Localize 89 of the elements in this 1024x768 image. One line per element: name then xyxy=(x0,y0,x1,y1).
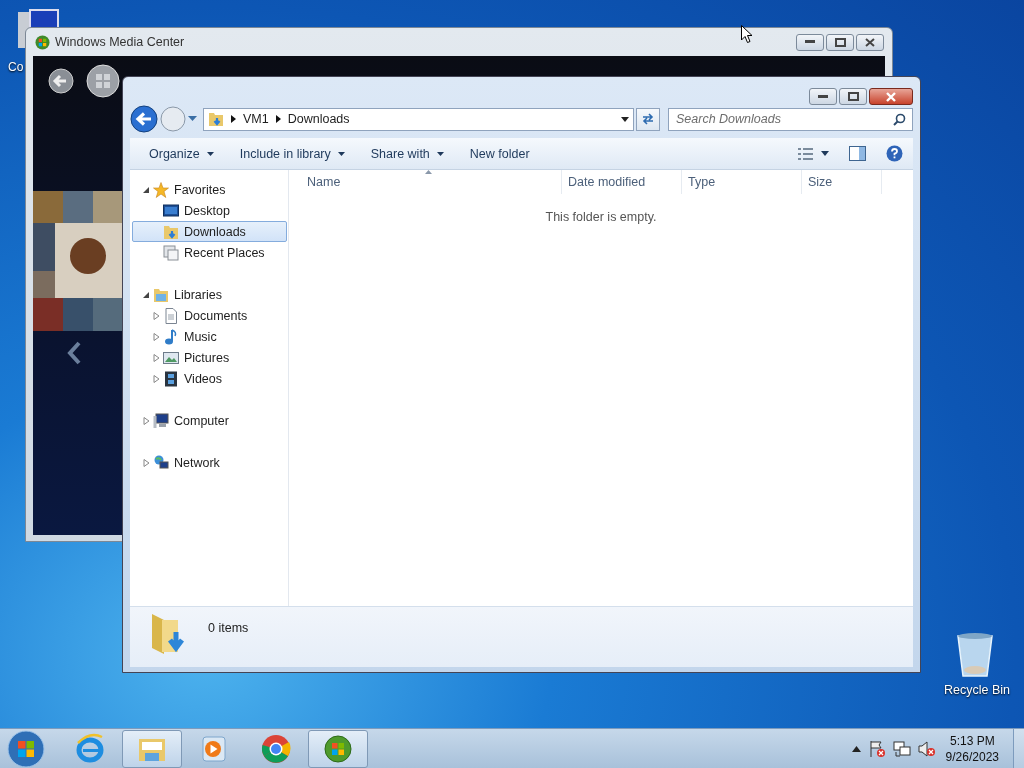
preview-pane-icon[interactable] xyxy=(849,146,866,161)
browser-icon xyxy=(74,732,106,765)
breadcrumb-item[interactable]: VM1 xyxy=(243,112,269,126)
expand-arrow-icon[interactable] xyxy=(143,458,150,467)
nav-item[interactable]: Documents xyxy=(132,305,287,326)
nav-item[interactable]: Downloads xyxy=(132,221,287,242)
breadcrumb-arrow-icon[interactable] xyxy=(275,115,281,123)
network-icon xyxy=(153,454,169,471)
clock[interactable]: 5:13 PM 9/26/2023 xyxy=(945,732,999,765)
help-icon[interactable] xyxy=(886,145,903,162)
close-button[interactable] xyxy=(869,88,913,105)
command-button[interactable]: Share with xyxy=(359,142,447,165)
close-icon xyxy=(865,37,875,47)
close-button[interactable] xyxy=(856,33,884,51)
maximize-button[interactable] xyxy=(826,33,854,51)
column-header[interactable]: Size xyxy=(802,170,882,194)
back-button[interactable] xyxy=(130,105,158,133)
search-icon xyxy=(893,112,906,126)
expand-arrow-icon[interactable] xyxy=(153,332,160,341)
monitor-icon xyxy=(163,202,179,219)
start-button[interactable] xyxy=(7,729,45,768)
mouse-cursor-icon xyxy=(741,25,753,44)
start-orb-icon[interactable] xyxy=(86,64,120,98)
library-folder-icon xyxy=(153,286,169,303)
command-button[interactable]: Include in library xyxy=(228,142,348,165)
command-button[interactable]: New folder xyxy=(458,142,533,165)
nav-item[interactable]: Videos xyxy=(132,368,287,389)
column-header[interactable]: Name xyxy=(289,170,562,194)
orb-icon xyxy=(35,34,50,50)
expand-arrow-icon[interactable] xyxy=(143,416,150,425)
desktop-icon-label[interactable]: Co xyxy=(8,60,24,74)
recycle-bin-icon[interactable] xyxy=(955,632,995,678)
column-header[interactable]: Type xyxy=(682,170,802,194)
nav-item[interactable]: Recent Places xyxy=(132,242,287,263)
show-hidden-icons-button[interactable] xyxy=(851,745,861,752)
expand-arrow-icon[interactable] xyxy=(153,353,160,362)
nav-item[interactable]: Pictures xyxy=(132,347,287,368)
music-note-icon xyxy=(163,328,179,345)
collapse-arrow-icon[interactable] xyxy=(143,290,150,299)
minimize-button[interactable] xyxy=(809,88,837,105)
taskbar-button[interactable] xyxy=(122,729,182,768)
nav-item[interactable]: Libraries xyxy=(132,284,287,305)
nav-item[interactable]: Desktop xyxy=(132,200,287,221)
maximize-icon xyxy=(847,92,859,101)
film-strip-icon xyxy=(163,370,179,387)
window-title: Windows Media Center xyxy=(55,35,185,49)
picture-icon xyxy=(163,349,179,366)
chevron-left-icon[interactable] xyxy=(67,341,81,365)
recycle-bin-label[interactable]: Recycle Bin xyxy=(944,683,1010,697)
command-button[interactable]: Organize xyxy=(138,142,217,165)
clock-date: 9/26/2023 xyxy=(945,748,999,765)
empty-message: This folder is empty. xyxy=(544,210,658,224)
speaker-muted-icon[interactable] xyxy=(917,739,936,758)
download-folder-icon xyxy=(208,111,224,127)
caret-icon[interactable] xyxy=(821,151,829,156)
minimize-icon xyxy=(805,40,815,44)
maximize-button[interactable] xyxy=(839,88,867,105)
item-count: 0 items xyxy=(208,621,249,635)
address-bar[interactable]: VM1 Downloads xyxy=(203,107,634,131)
close-icon xyxy=(885,91,897,102)
nav-item[interactable]: Favorites xyxy=(132,179,287,200)
minimize-button[interactable] xyxy=(796,33,824,51)
taskbar-button[interactable] xyxy=(308,729,368,768)
recent-places-icon xyxy=(163,244,179,261)
network-icon[interactable] xyxy=(892,739,911,758)
computer-icon xyxy=(153,412,169,429)
column-header[interactable]: Date modified xyxy=(562,170,682,194)
expand-arrow-icon[interactable] xyxy=(153,311,160,320)
refresh-button[interactable] xyxy=(636,107,660,131)
refresh-icon xyxy=(641,113,655,125)
flag-alert-icon[interactable] xyxy=(867,739,886,758)
view-options-icon[interactable] xyxy=(798,147,813,160)
nav-item[interactable]: Network xyxy=(132,452,287,473)
collapse-arrow-icon[interactable] xyxy=(143,185,150,194)
document-icon xyxy=(163,307,179,324)
breadcrumb-arrow-icon[interactable] xyxy=(231,115,236,123)
dropdown-caret-icon[interactable] xyxy=(621,116,629,122)
nav-item[interactable]: Music xyxy=(132,326,287,347)
round-logo-icon xyxy=(260,732,292,765)
search-field[interactable]: Search Downloads xyxy=(668,107,913,131)
breadcrumb-item[interactable]: Downloads xyxy=(287,112,350,126)
nav-item[interactable]: Computer xyxy=(132,410,287,431)
star-icon xyxy=(153,181,169,198)
maximize-icon xyxy=(834,37,846,47)
orb-icon xyxy=(322,732,354,765)
expand-arrow-icon[interactable] xyxy=(153,374,160,383)
clock-time: 5:13 PM xyxy=(949,732,995,749)
minimize-icon xyxy=(818,94,828,99)
download-folder-icon xyxy=(163,223,179,240)
